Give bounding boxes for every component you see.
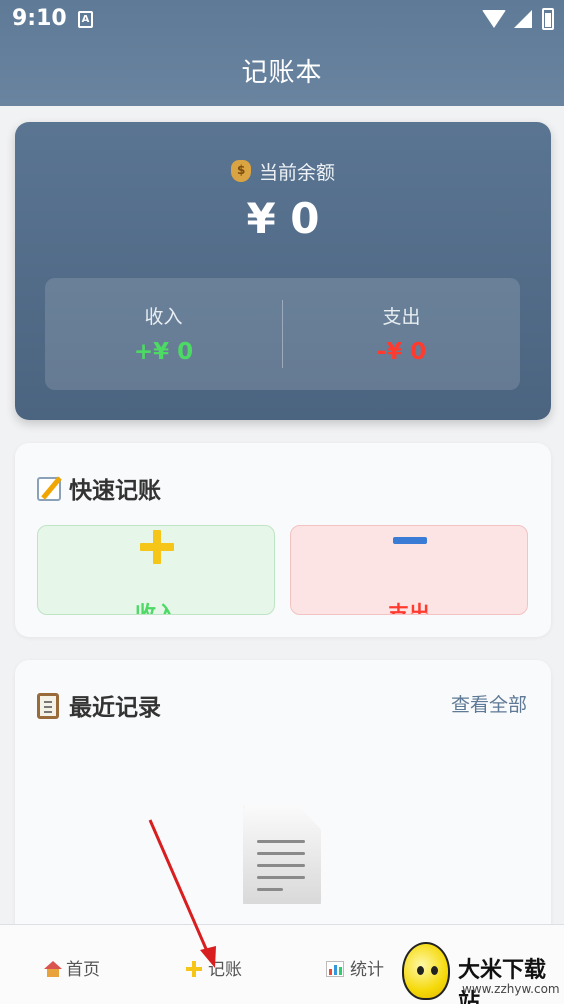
expense-summary-value: -¥ 0: [376, 339, 427, 365]
watermark-title: 大米下载站: [458, 958, 547, 1004]
quick-income-label: 收入: [135, 602, 177, 615]
income-summary-value: +¥ 0: [133, 339, 194, 365]
house-icon: [44, 961, 62, 977]
nav-add-label: 记账: [208, 960, 242, 980]
clipboard-icon: [37, 693, 59, 719]
income-expense-summary: 收入 +¥ 0 支出 -¥ 0: [45, 278, 520, 390]
status-time: 9:10: [12, 6, 67, 31]
memo-icon: [37, 477, 61, 501]
nav-stats-label: 统计: [350, 960, 384, 980]
quick-entry-title-row: 快速记账: [37, 471, 161, 505]
document-line: [257, 876, 305, 879]
expense-summary-label: 支出: [382, 306, 421, 328]
quick-expense-label: 支出: [388, 602, 430, 615]
nav-home-label: 首页: [66, 960, 100, 980]
app-bar: 9:10 A 记账本: [0, 0, 564, 106]
plus-icon: [186, 961, 202, 977]
recent-title: 最近记录: [69, 695, 161, 721]
watermark: 大米下载站 www.zzhyw.com: [400, 940, 564, 1004]
balance-label: 当前余额: [258, 162, 335, 184]
quick-expense-button[interactable]: 支出: [290, 525, 528, 615]
balance-amount: ¥ 0: [246, 194, 320, 243]
nav-add[interactable]: 记账: [186, 955, 242, 980]
wifi-icon: [482, 10, 506, 28]
recent-title-row: 最近记录: [37, 688, 161, 722]
mascot-eye: [417, 966, 424, 975]
document-line: [257, 852, 305, 855]
recent-records-card: 最近记录 查看全部: [15, 660, 551, 940]
plus-icon: [140, 530, 174, 564]
signal-icon: [514, 10, 532, 28]
nav-stats[interactable]: 统计: [326, 955, 384, 980]
bar-chart-icon: [326, 961, 344, 977]
page-title: 记账本: [241, 58, 323, 88]
quick-entry-title: 快速记账: [69, 478, 161, 504]
income-summary-label: 收入: [144, 306, 183, 328]
mascot-eye: [431, 966, 438, 975]
money-bag-icon: [230, 160, 251, 182]
balance-card: 当前余额 ¥ 0 收入 +¥ 0 支出 -¥ 0: [15, 122, 551, 420]
battery-icon: [542, 8, 554, 30]
watermark-url: www.zzhyw.com: [462, 982, 560, 996]
document-line: [257, 864, 305, 867]
document-icon: [243, 806, 321, 904]
balance-label-row: 当前余额: [15, 158, 551, 185]
nav-home[interactable]: 首页: [44, 955, 100, 980]
status-bar: 9:10 A: [0, 0, 564, 40]
expense-summary: 支出 -¥ 0: [283, 302, 520, 365]
notification-a-icon: A: [78, 11, 93, 28]
minus-icon: [393, 537, 427, 544]
view-all-link[interactable]: 查看全部: [451, 690, 527, 717]
document-line: [257, 840, 305, 843]
income-summary: 收入 +¥ 0: [45, 302, 282, 365]
document-line: [257, 888, 283, 891]
quick-income-button[interactable]: 收入: [37, 525, 275, 615]
mascot-icon: [402, 942, 450, 1000]
quick-entry-card: 快速记账 收入 支出: [15, 443, 551, 637]
